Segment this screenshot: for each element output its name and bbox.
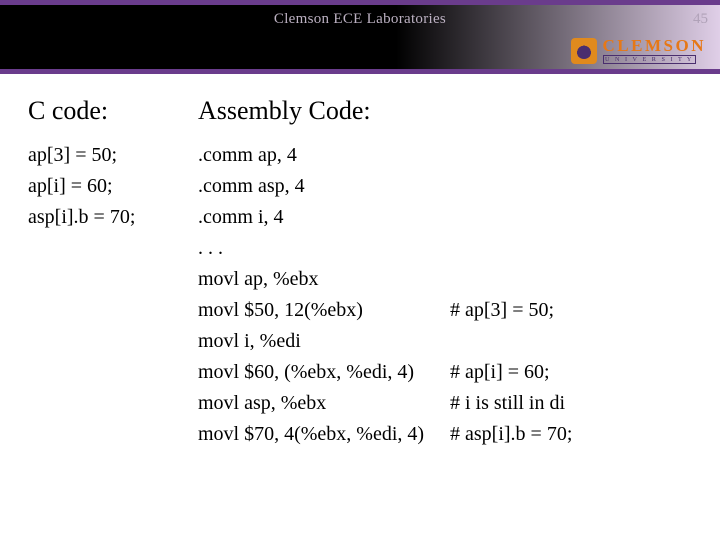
c-code-column: C code: ap[3] = 50; ap[i] = 60; asp[i].b… bbox=[28, 96, 198, 450]
slide: Clemson ECE Laboratories 45 CLEMSON U N … bbox=[0, 0, 720, 540]
clemson-logo: CLEMSON U N I V E R S I T Y bbox=[571, 37, 706, 64]
c-code-heading: C code: bbox=[28, 96, 198, 126]
asm-line: movl ap, %ebx bbox=[198, 264, 698, 295]
asm-line: . . . bbox=[198, 233, 698, 264]
asm-line: movl $60, (%ebx, %edi, 4)# ap[i] = 60; bbox=[198, 357, 698, 388]
paw-icon bbox=[571, 38, 597, 64]
asm-line: .comm ap, 4 bbox=[198, 140, 698, 171]
asm-line: .comm asp, 4 bbox=[198, 171, 698, 202]
content-area: C code: ap[3] = 50; ap[i] = 60; asp[i].b… bbox=[28, 96, 698, 450]
c-code-line: ap[3] = 50; bbox=[28, 140, 198, 171]
assembly-column: Assembly Code: .comm ap, 4 .comm asp, 4 … bbox=[198, 96, 698, 450]
page-number: 45 bbox=[693, 11, 708, 28]
header-band: Clemson ECE Laboratories 45 CLEMSON U N … bbox=[0, 0, 720, 74]
logo-main-text: CLEMSON bbox=[603, 37, 706, 54]
logo-sub-text: U N I V E R S I T Y bbox=[603, 55, 706, 64]
c-code-line: asp[i].b = 70; bbox=[28, 202, 198, 233]
asm-line: movl $50, 12(%ebx)# ap[3] = 50; bbox=[198, 295, 698, 326]
header-title: Clemson ECE Laboratories bbox=[0, 11, 720, 28]
asm-line: .comm i, 4 bbox=[198, 202, 698, 233]
asm-line: movl asp, %ebx# i is still in di bbox=[198, 388, 698, 419]
asm-line: movl $70, 4(%ebx, %edi, 4)# asp[i].b = 7… bbox=[198, 419, 698, 450]
c-code-line: ap[i] = 60; bbox=[28, 171, 198, 202]
assembly-heading: Assembly Code: bbox=[198, 96, 698, 126]
logo-text: CLEMSON U N I V E R S I T Y bbox=[603, 37, 706, 64]
asm-line: movl i, %edi bbox=[198, 326, 698, 357]
